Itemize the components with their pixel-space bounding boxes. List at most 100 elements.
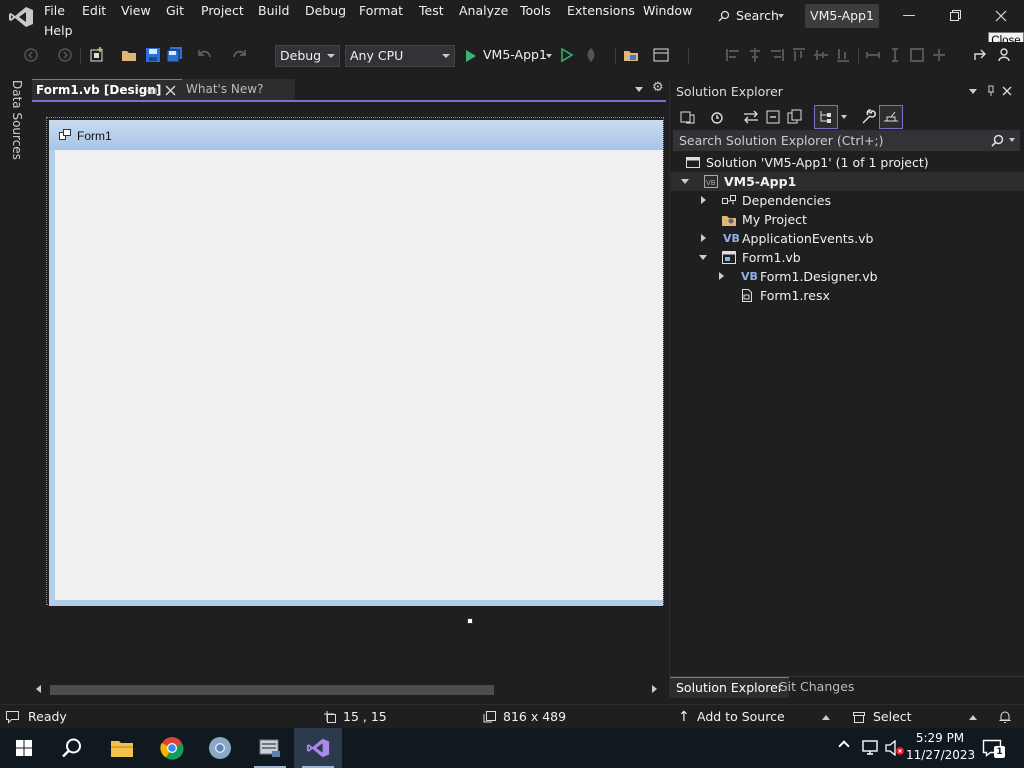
volume-muted-icon[interactable] [885, 740, 905, 756]
save-all-icon[interactable] [166, 46, 184, 64]
make-same-height-icon[interactable] [886, 46, 904, 64]
collapse-all-icon[interactable] [764, 108, 782, 126]
clock[interactable]: 5:29 PM 11/27/2023 [906, 730, 975, 766]
undo-icon[interactable] [196, 46, 214, 64]
menu-test[interactable]: Test [419, 1, 444, 21]
align-middles-icon[interactable] [812, 46, 830, 64]
collapsed-arrow-icon[interactable] [701, 234, 706, 242]
menu-git[interactable]: Git [166, 1, 184, 21]
window-layout-icon[interactable] [652, 46, 670, 64]
minimize-button[interactable]: — [886, 0, 932, 32]
save-icon[interactable] [144, 46, 162, 64]
scroll-left-icon[interactable] [36, 685, 41, 693]
menu-help[interactable]: Help [44, 21, 73, 41]
chevron-down-icon[interactable] [1009, 138, 1015, 142]
add-to-source-control-button[interactable]: ↑ Add to Source Control [676, 705, 832, 748]
server-manager-button[interactable] [246, 728, 294, 768]
show-all-files-icon[interactable] [786, 108, 804, 126]
expanded-arrow-icon[interactable] [699, 255, 707, 260]
close-tab-icon[interactable] [165, 85, 176, 96]
properties-view-toggle[interactable] [814, 105, 838, 129]
tree-item-project[interactable]: VB VM5-App1 [671, 172, 1024, 191]
menu-format[interactable]: Format [359, 1, 403, 21]
align-tops-icon[interactable] [790, 46, 808, 64]
restore-button[interactable] [932, 0, 978, 32]
solution-platform-dropdown[interactable]: Any CPU [345, 45, 455, 67]
solution-explorer-search-input[interactable]: Search Solution Explorer (Ctrl+;) [673, 130, 1020, 151]
menu-build[interactable]: Build [258, 1, 289, 21]
align-centers-icon[interactable] [746, 46, 764, 64]
scrollbar-thumb[interactable] [50, 685, 494, 695]
start-debugging-button[interactable]: VM5-App1 [463, 42, 555, 70]
redo-icon[interactable] [230, 46, 248, 64]
start-button[interactable] [0, 728, 48, 768]
chrome-button[interactable] [148, 728, 196, 768]
live-share-icon[interactable] [972, 46, 990, 64]
size-to-grid-icon[interactable] [930, 46, 948, 64]
tree-item-form1-designer[interactable]: VB Form1.Designer.vb [671, 267, 1024, 286]
tree-item-form1-resx[interactable]: Form1.resx [671, 286, 1024, 305]
sync-with-document-icon[interactable] [742, 108, 760, 126]
folder-view-icon[interactable] [622, 46, 640, 64]
taskbar-search-button[interactable] [48, 728, 96, 768]
data-sources-tab[interactable]: Data Sources [10, 80, 24, 160]
collapsed-arrow-icon[interactable] [701, 196, 706, 204]
menu-window[interactable]: Window [643, 1, 692, 21]
chevron-down-icon[interactable] [841, 115, 847, 119]
search-box[interactable]: Search [714, 4, 790, 28]
select-repository-button[interactable]: Select Repository [850, 705, 980, 748]
pin-icon[interactable] [146, 85, 158, 97]
tree-item-my-project[interactable]: My Project [671, 210, 1024, 229]
output-icon[interactable] [5, 710, 20, 724]
menu-view[interactable]: View [121, 1, 151, 21]
settings-gear-icon[interactable]: ⚙ [652, 80, 664, 95]
preview-selected-items-toggle[interactable] [879, 105, 903, 129]
visual-studio-button[interactable] [294, 728, 342, 768]
tab-list-dropdown-icon[interactable] [635, 87, 643, 92]
navigate-forward-icon[interactable] [56, 46, 74, 64]
switch-views-icon[interactable] [678, 108, 696, 126]
align-rights-icon[interactable] [768, 46, 786, 64]
navigate-back-icon[interactable] [22, 46, 40, 64]
show-hidden-icons-icon[interactable] [838, 740, 850, 752]
scroll-right-icon[interactable] [652, 685, 657, 693]
hot-reload-icon[interactable] [582, 46, 600, 64]
tab-git-changes[interactable]: Git Changes [778, 677, 854, 697]
menu-analyze[interactable]: Analyze [459, 1, 508, 21]
menu-project[interactable]: Project [201, 1, 244, 21]
make-same-size-icon[interactable] [908, 46, 926, 64]
collapsed-arrow-icon[interactable] [719, 272, 724, 280]
form-title-bar[interactable]: Form1 [49, 120, 663, 150]
tab-solution-explorer[interactable]: Solution Explorer [670, 677, 789, 698]
menu-debug[interactable]: Debug [305, 1, 346, 21]
horizontal-scrollbar[interactable] [32, 682, 664, 697]
close-panel-icon[interactable] [1002, 86, 1012, 96]
align-bottoms-icon[interactable] [834, 46, 852, 64]
start-without-debugging-icon[interactable] [558, 46, 576, 64]
menu-extensions[interactable]: Extensions [567, 1, 635, 21]
menu-edit[interactable]: Edit [82, 1, 106, 21]
notifications-bell-icon[interactable] [998, 710, 1012, 724]
tab-whats-new[interactable]: What's New? [182, 79, 295, 100]
tree-item-solution[interactable]: Solution 'VM5-App1' (1 of 1 project) [671, 153, 1024, 172]
tree-item-dependencies[interactable]: Dependencies [671, 191, 1024, 210]
tab-form1-design[interactable]: Form1.vb [Design] [32, 79, 182, 100]
properties-wrench-icon[interactable] [860, 108, 878, 126]
make-same-width-icon[interactable] [864, 46, 882, 64]
menu-file[interactable]: File [44, 1, 65, 21]
open-folder-icon[interactable] [120, 46, 138, 64]
tree-item-application-events[interactable]: VB ApplicationEvents.vb [671, 229, 1024, 248]
browser-button[interactable] [196, 728, 244, 768]
menu-tools[interactable]: Tools [520, 1, 551, 21]
network-icon[interactable] [862, 740, 880, 756]
solution-name-badge[interactable]: VM5-App1 [805, 4, 879, 28]
expanded-arrow-icon[interactable] [681, 179, 689, 184]
new-project-icon[interactable] [88, 46, 106, 64]
pin-icon[interactable] [985, 85, 997, 97]
pending-changes-filter-icon[interactable] [708, 108, 726, 126]
solution-configuration-dropdown[interactable]: Debug [275, 45, 340, 67]
align-lefts-icon[interactable] [724, 46, 742, 64]
form1-design-window[interactable]: Form1 [46, 117, 664, 624]
action-center-button[interactable]: 1 [980, 736, 1006, 760]
file-explorer-button[interactable] [98, 728, 146, 768]
